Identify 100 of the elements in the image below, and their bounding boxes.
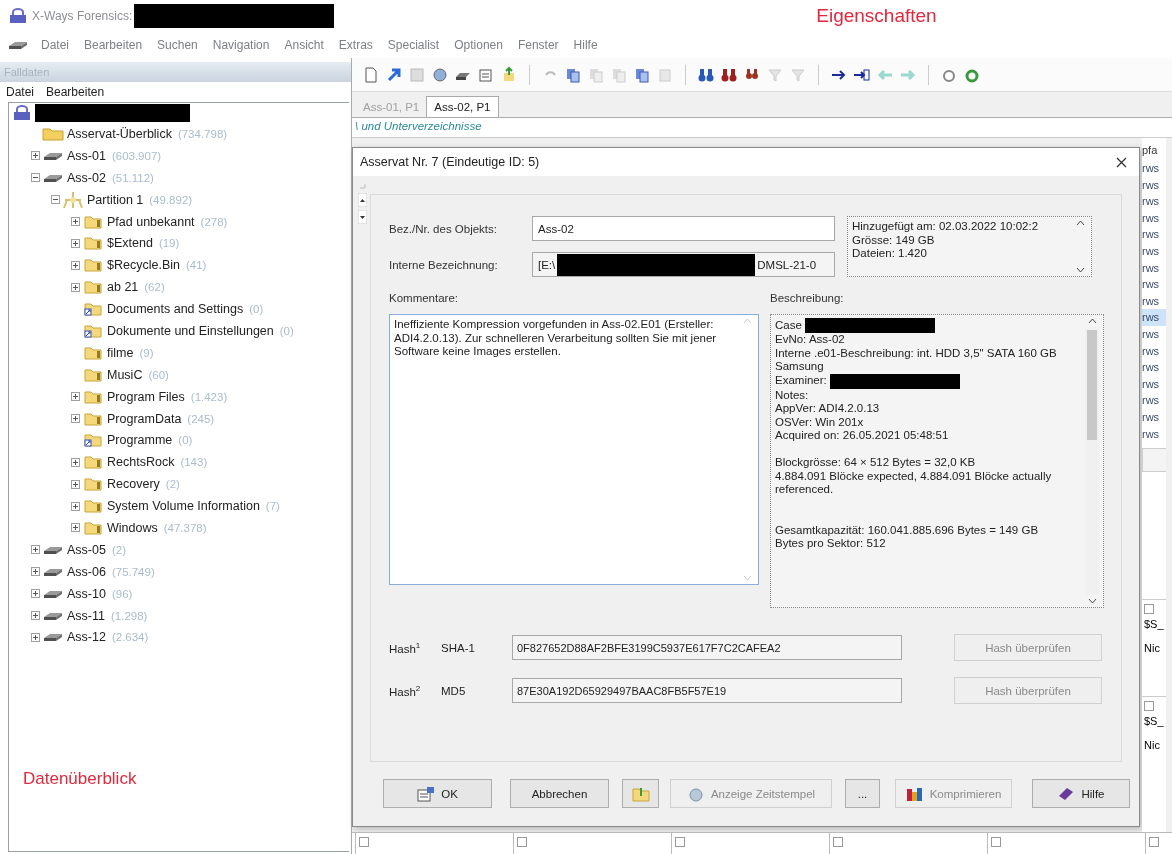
expander-icon[interactable] — [71, 260, 80, 270]
tree-item[interactable]: Ass-05 — [67, 542, 106, 557]
menu-item[interactable]: Navigation — [210, 37, 272, 53]
column-header[interactable]: pfa — [1142, 144, 1166, 160]
file-row[interactable]: rws — [1142, 226, 1166, 243]
tree-item[interactable]: Ass-06 — [67, 564, 106, 579]
description-line: 4.884.091 Blöcke expected, 4.884.091 Blöcke actually referenced. — [775, 469, 1053, 497]
expander-icon[interactable] — [31, 611, 40, 621]
menu-item[interactable]: Bearbeiten — [46, 85, 105, 99]
file-row[interactable]: rws — [1142, 259, 1166, 277]
up-arrow-icon[interactable] — [358, 193, 367, 207]
tree-item[interactable]: Dokumente und Einstellungen — [107, 323, 274, 338]
scroll-thumb[interactable] — [1087, 330, 1097, 440]
file-row[interactable]: rws — [1142, 342, 1166, 360]
checkbox[interactable] — [359, 837, 369, 847]
expander-icon[interactable] — [71, 414, 80, 423]
file-row[interactable]: rws — [1142, 325, 1166, 343]
checkbox[interactable] — [517, 837, 527, 847]
item-count: (60) — [148, 368, 169, 381]
expander-icon[interactable] — [71, 392, 80, 402]
file-row[interactable]: rws — [1142, 375, 1166, 393]
expander-icon[interactable] — [31, 632, 40, 642]
tree-item[interactable]: $Extend — [107, 236, 153, 251]
file-row[interactable]: rws — [1142, 276, 1166, 293]
tree-item[interactable]: System Volume Information — [107, 499, 260, 514]
expander-icon[interactable] — [71, 238, 80, 248]
close-icon[interactable] — [1116, 156, 1127, 168]
tree-item[interactable]: Ass-10 — [67, 586, 106, 601]
globe-icon[interactable] — [431, 65, 449, 84]
checkbox[interactable] — [1144, 604, 1154, 615]
menu-item[interactable]: Extras — [336, 37, 375, 53]
expander-icon[interactable] — [71, 523, 80, 533]
menu-item[interactable]: Bearbeiten — [82, 37, 145, 53]
file-row[interactable]: rws — [1142, 193, 1166, 210]
file-row[interactable]: rws — [1142, 292, 1166, 310]
dialog-button[interactable]: Abbrechen — [510, 779, 609, 808]
scroll-down-icon[interactable] — [1075, 267, 1085, 273]
checkbox[interactable] — [1149, 837, 1159, 847]
input-field[interactable]: Ass-02 — [532, 216, 835, 241]
file-row[interactable]: rws — [1142, 242, 1166, 260]
expander-icon[interactable] — [71, 501, 80, 511]
checkbox[interactable] — [833, 837, 843, 847]
dialog-button[interactable]: Hilfe — [1032, 779, 1130, 808]
expander-icon[interactable] — [31, 173, 40, 183]
down-arrow-icon[interactable] — [358, 210, 367, 224]
tree-item[interactable]: RechtsRock — [107, 455, 175, 470]
checkbox[interactable] — [1144, 701, 1154, 712]
tree-item[interactable]: Documents and Settings — [107, 302, 244, 317]
tree-item[interactable]: Partition 1 — [87, 192, 144, 207]
menu-item[interactable]: Hilfe — [571, 37, 600, 53]
menu-item[interactable]: Datei — [39, 37, 71, 53]
tree-item[interactable]: Ass-02 — [67, 170, 106, 185]
menu-item[interactable]: Fenster — [515, 37, 561, 53]
menu-item[interactable]: Ansicht — [282, 37, 326, 53]
dialog-button[interactable]: OK — [383, 779, 492, 808]
expander-icon[interactable] — [71, 282, 80, 292]
expander-icon[interactable] — [31, 545, 40, 555]
expander-icon[interactable] — [71, 457, 80, 467]
tree-item[interactable]: MusiC — [107, 367, 143, 382]
input-field[interactable]: [E:\ DMSL-21-0 — [532, 252, 835, 277]
tree-item[interactable]: ab 21 — [107, 280, 139, 295]
tree-item[interactable]: Ass-12 — [67, 630, 106, 645]
scroll-up-icon[interactable] — [1075, 220, 1085, 226]
expander-icon[interactable] — [31, 151, 40, 161]
file-row[interactable]: rws — [1142, 176, 1166, 194]
tree-item[interactable]: $Recycle.Bin — [107, 258, 180, 273]
file-row[interactable]: rws — [1142, 359, 1166, 376]
menu-item[interactable]: Optionen — [452, 37, 505, 53]
checkbox[interactable] — [675, 837, 685, 847]
file-row[interactable]: rws — [1142, 309, 1166, 326]
expander-icon[interactable] — [31, 589, 40, 599]
expander-icon[interactable] — [71, 217, 80, 226]
tree-item[interactable]: ProgramData — [107, 411, 182, 426]
scroll-up-icon[interactable] — [1087, 318, 1097, 324]
expander-icon[interactable] — [71, 479, 80, 489]
file-row[interactable]: rws — [1142, 160, 1166, 177]
folder-icon — [84, 455, 102, 470]
scroll-down-icon[interactable] — [1087, 598, 1097, 604]
menu-item[interactable]: Specialist — [385, 37, 442, 53]
expander-icon[interactable] — [51, 195, 60, 205]
tree-item[interactable]: Programme — [107, 433, 173, 448]
tree-item[interactable]: filme — [107, 345, 134, 360]
dialog-button[interactable]: ... — [845, 779, 880, 808]
menu-item[interactable]: Datei — [6, 85, 34, 99]
expander-icon[interactable] — [31, 567, 40, 577]
menu-item[interactable]: Suchen — [155, 37, 200, 53]
tree-item[interactable]: Program Files — [107, 389, 185, 404]
tree-item[interactable]: Pfad unbekannt — [107, 214, 195, 229]
tree-item[interactable]: Ass-11 — [67, 608, 105, 623]
tick-mark-icon — [358, 182, 367, 190]
file-row[interactable]: rws — [1142, 425, 1166, 443]
tree-item[interactable]: Windows — [107, 520, 158, 535]
tab[interactable]: Ass-02, P1 — [426, 96, 499, 117]
tree-item[interactable]: Asservat-Überblick — [67, 126, 172, 141]
file-row[interactable]: rws — [1142, 392, 1166, 409]
tree-item[interactable]: Recovery — [107, 477, 160, 492]
file-row[interactable]: rws — [1142, 408, 1166, 426]
tree-item[interactable]: Ass-01 — [67, 148, 106, 163]
file-row[interactable]: rws — [1142, 209, 1166, 227]
checkbox[interactable] — [991, 837, 1001, 847]
